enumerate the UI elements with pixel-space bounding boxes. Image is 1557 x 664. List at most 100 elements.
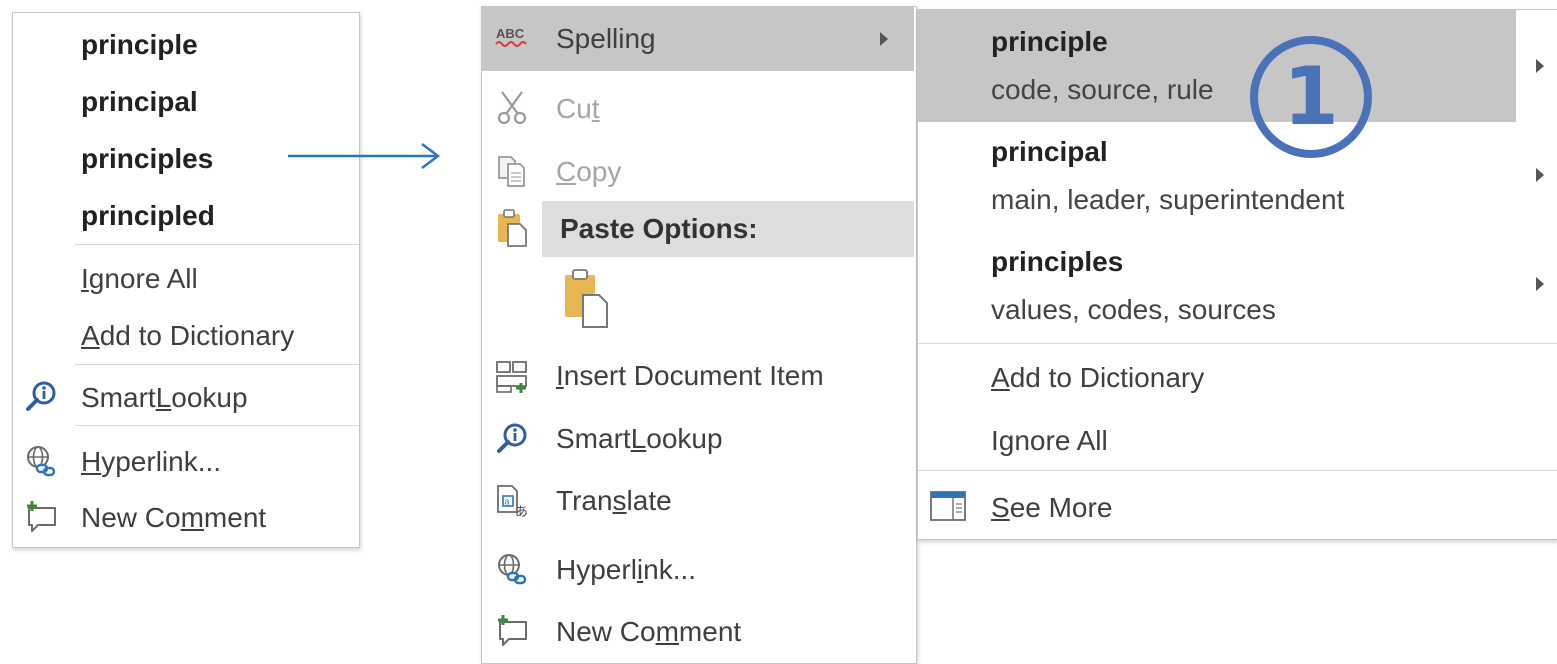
- label-part: dd to Dictionary: [99, 320, 295, 351]
- new-comment-icon: [494, 613, 530, 649]
- access-key: t: [591, 93, 600, 124]
- cut-icon: [494, 89, 530, 125]
- access-key: m: [180, 502, 204, 533]
- spelling-item[interactable]: Spelling: [556, 21, 656, 57]
- svg-text:a: a: [505, 497, 510, 507]
- insert-document-item[interactable]: Insert Document Item: [556, 358, 824, 394]
- label-part: nore All: [1014, 425, 1108, 456]
- add-to-dictionary-item[interactable]: Add to Dictionary: [81, 318, 294, 354]
- label-part: New Co: [556, 616, 656, 647]
- submenu-arrow-icon: [1536, 168, 1544, 182]
- suggestion-label: principle: [81, 29, 198, 60]
- label-part: opy: [576, 156, 622, 187]
- suggestion-label: principled: [81, 200, 215, 231]
- label-part: ookup: [171, 382, 248, 413]
- label-part: nsert Document Item: [563, 360, 824, 391]
- access-key: S: [991, 492, 1010, 523]
- label-part: dd to Dictionary: [1009, 362, 1205, 393]
- label-part: Smart: [556, 423, 631, 454]
- insert-document-item-icon: [494, 359, 530, 395]
- separator: [75, 364, 359, 365]
- see-more-icon: [928, 488, 968, 524]
- paste-options-header: Paste Options:: [560, 211, 758, 247]
- submenu-arrow-icon: [880, 32, 888, 46]
- new-comment-icon: [23, 499, 59, 535]
- access-key: I: [81, 263, 89, 294]
- suggestion-synonyms: code, source, rule: [991, 74, 1214, 105]
- paste-keep-text-button[interactable]: [556, 265, 618, 331]
- separator: [75, 425, 359, 426]
- ignore-all-item[interactable]: Ignore All: [81, 261, 198, 297]
- label-part: Cu: [556, 93, 592, 124]
- smart-lookup-icon: [494, 421, 530, 457]
- label-part: ment: [678, 616, 742, 647]
- hyperlink-icon: [494, 551, 530, 587]
- cut-item[interactable]: Cu t: [556, 91, 600, 127]
- see-more-item[interactable]: See More: [991, 490, 1112, 526]
- copy-icon: [494, 153, 530, 189]
- access-key: m: [655, 616, 679, 647]
- translate-item[interactable]: Tran s late: [556, 483, 672, 519]
- svg-text:あ: あ: [515, 504, 528, 518]
- suggestion-synonyms: values, codes, sources: [991, 294, 1276, 325]
- label-part: ment: [203, 502, 267, 533]
- separator: [75, 244, 359, 245]
- label-part: Tran: [556, 485, 613, 516]
- separator: [918, 470, 1557, 471]
- spelling-icon: ABC: [494, 23, 530, 53]
- access-key: g: [998, 425, 1015, 456]
- submenu-arrow-icon: [1536, 277, 1544, 291]
- right-arrow-icon: [288, 143, 441, 169]
- suggestion-principle[interactable]: principle: [81, 27, 198, 63]
- spelling-label: Spelling: [556, 23, 656, 54]
- new-comment-item[interactable]: New Co m ment: [556, 614, 741, 650]
- callout-number-badge: 1: [1250, 36, 1372, 158]
- spelling-submenu: principle code, source, rule principal m…: [917, 9, 1557, 540]
- label-part: I: [991, 425, 999, 456]
- ignore-all-item[interactable]: Ignore All: [991, 423, 1108, 459]
- spelling-highlight: [482, 7, 914, 71]
- access-key: s: [612, 485, 627, 516]
- translate-icon: a あ: [494, 483, 530, 519]
- paste-icon: [494, 207, 530, 249]
- access-key: C: [556, 156, 577, 187]
- label-part: gnore All: [88, 263, 198, 294]
- label-part: Smart: [81, 382, 156, 413]
- label-part: ookup: [646, 423, 723, 454]
- label-part: New Co: [81, 502, 181, 533]
- access-key: A: [991, 362, 1010, 393]
- access-key: I: [556, 360, 564, 391]
- access-key: A: [81, 320, 100, 351]
- paste-options-label: Paste Options:: [560, 213, 758, 244]
- suggestion-label: principles: [81, 143, 214, 174]
- suggestion-principal[interactable]: principal: [81, 84, 198, 120]
- context-menu-simple: principle principal principles principle…: [12, 12, 360, 548]
- new-comment-item[interactable]: New Co m ment: [81, 500, 266, 536]
- label-part: nk...: [643, 554, 697, 585]
- suggestion-principles[interactable]: principles: [81, 141, 213, 177]
- hyperlink-icon: [23, 443, 59, 479]
- suggestion-principled[interactable]: principled: [81, 198, 215, 234]
- label-part: yperlink...: [101, 446, 222, 477]
- suggestion-principle[interactable]: principle code, source, rule: [991, 26, 1214, 106]
- access-key: L: [155, 382, 172, 413]
- hyperlink-item[interactable]: Hyperlink...: [556, 552, 696, 588]
- context-menu-main: ABC Spelling Cu t Copy Paste Options: I …: [481, 6, 917, 664]
- submenu-arrow-icon: [1536, 59, 1544, 73]
- smart-lookup-item[interactable]: Smart Lookup: [556, 421, 723, 457]
- hyperlink-item[interactable]: Hyperlink...: [81, 444, 221, 480]
- callout-number: 1: [1283, 50, 1339, 143]
- smart-lookup-item[interactable]: Smart Lookup: [81, 380, 248, 416]
- smart-lookup-icon: [23, 379, 59, 415]
- spelling-icon-text: ABC: [496, 26, 525, 41]
- label-part: ee More: [1009, 492, 1113, 523]
- access-key: L: [630, 423, 647, 454]
- add-to-dictionary-item[interactable]: Add to Dictionary: [991, 360, 1204, 396]
- separator: [918, 343, 1557, 344]
- suggestion-label: principal: [81, 86, 198, 117]
- access-key: H: [81, 446, 102, 477]
- suggestion-word: principle: [991, 26, 1108, 57]
- copy-item[interactable]: Copy: [556, 154, 621, 190]
- suggestion-principles[interactable]: principles values, codes, sources: [991, 246, 1276, 326]
- suggestion-synonyms: main, leader, superintendent: [991, 184, 1345, 215]
